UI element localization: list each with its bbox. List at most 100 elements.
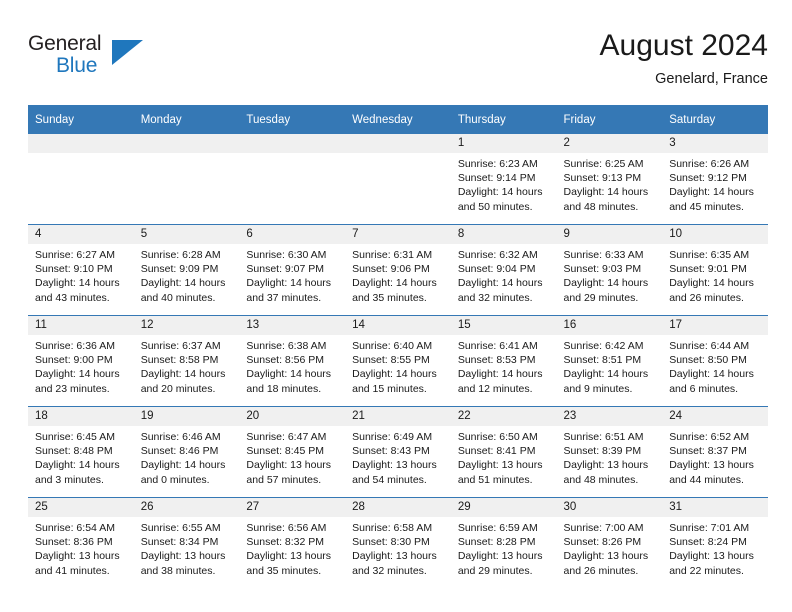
day-detail-daylight-line2: and 26 minutes. — [563, 564, 639, 577]
calendar-day-cell[interactable]: 28 Sunrise: 6:58 AM Sunset: 8:30 PM Dayligh… — [345, 497, 451, 588]
day-detail-daylight-line1: Daylight: 14 hours — [669, 368, 754, 381]
day-detail-sunrise: Sunrise: 6:59 AM — [457, 522, 538, 534]
calendar-day-cell[interactable] — [345, 134, 451, 225]
day-detail-sunrise: Sunrise: 6:37 AM — [140, 340, 221, 352]
day-detail-sunset: Sunset: 9:03 PM — [563, 263, 642, 276]
calendar-day-cell[interactable]: 12 Sunrise: 6:37 AM Sunset: 8:58 PM Dayligh… — [133, 315, 240, 407]
calendar-day-cell[interactable]: 5 Sunrise: 6:28 AM Sunset: 9:09 PM Daylight… — [133, 224, 240, 316]
calendar-day-cell[interactable]: 3 Sunrise: 6:26 AM Sunset: 9:12 PM Daylight… — [662, 134, 768, 225]
day-number: 12 — [133, 316, 240, 335]
calendar-week-row: 25 Sunrise: 6:54 AM Sunset: 8:36 PM Dayligh… — [28, 497, 768, 588]
day-number: 24 — [662, 407, 768, 426]
day-detail-daylight-line2: and 22 minutes. — [669, 564, 744, 577]
day-number: 4 — [28, 225, 134, 244]
day-detail-daylight-line1: Daylight: 14 hours — [35, 277, 120, 290]
calendar-day-cell[interactable]: 29 Sunrise: 6:59 AM Sunset: 8:28 PM Dayligh… — [450, 497, 557, 588]
day-cell-content — [345, 134, 451, 224]
calendar-day-cell[interactable]: 7 Sunrise: 6:31 AM Sunset: 9:06 PM Daylight… — [345, 224, 451, 316]
day-cell-content: 30 Sunrise: 7:00 AM Sunset: 8:26 PM Dayligh… — [556, 498, 663, 588]
day-detail-daylight-line2: and 35 minutes. — [352, 291, 427, 304]
calendar-day-cell[interactable]: 13 Sunrise: 6:38 AM Sunset: 8:56 PM Dayligh… — [239, 315, 346, 407]
day-detail-daylight-line1: Daylight: 13 hours — [246, 459, 332, 472]
calendar-day-cell[interactable]: 18 Sunrise: 6:45 AM Sunset: 8:48 PM Dayligh… — [28, 406, 134, 498]
day-number: 19 — [133, 407, 240, 426]
calendar-day-cell[interactable]: 21 Sunrise: 6:49 AM Sunset: 8:43 PM Dayligh… — [345, 406, 451, 498]
day-cell-content: 15 Sunrise: 6:41 AM Sunset: 8:53 PM Dayligh… — [450, 316, 557, 406]
day-detail-daylight-line2: and 44 minutes. — [669, 473, 744, 486]
day-cell-content: 22 Sunrise: 6:50 AM Sunset: 8:41 PM Dayligh… — [450, 407, 557, 497]
day-details: Sunrise: 6:25 AM Sunset: 9:13 PM Daylight:… — [557, 153, 663, 214]
day-detail-daylight-line2: and 51 minutes. — [457, 473, 533, 486]
day-detail-daylight-line2: and 29 minutes. — [563, 291, 639, 304]
day-number: 2 — [556, 134, 663, 153]
day-detail-sunrise: Sunrise: 7:01 AM — [669, 522, 750, 534]
day-cell-content — [28, 134, 134, 224]
calendar-day-cell[interactable]: 30 Sunrise: 7:00 AM Sunset: 8:26 PM Dayligh… — [556, 497, 663, 588]
day-detail-sunrise: Sunrise: 6:35 AM — [669, 249, 750, 261]
calendar-day-cell[interactable]: 26 Sunrise: 6:55 AM Sunset: 8:34 PM Dayligh… — [133, 497, 240, 588]
calendar-day-cell[interactable]: 17 Sunrise: 6:44 AM Sunset: 8:50 PM Dayligh… — [662, 315, 768, 407]
day-number: 30 — [556, 498, 663, 517]
day-details: Sunrise: 6:31 AM Sunset: 9:06 PM Daylight:… — [345, 244, 451, 305]
day-detail-daylight-line1: Daylight: 14 hours — [246, 277, 332, 290]
day-detail-sunrise: Sunrise: 6:31 AM — [352, 249, 433, 261]
day-detail-sunrise: Sunrise: 6:46 AM — [140, 431, 221, 443]
calendar-day-cell[interactable]: 6 Sunrise: 6:30 AM Sunset: 9:07 PM Daylight… — [239, 224, 346, 316]
calendar-day-cell[interactable]: 1 Sunrise: 6:23 AM Sunset: 9:14 PM Daylight… — [450, 134, 557, 225]
day-detail-sunrise: Sunrise: 6:30 AM — [246, 249, 327, 261]
day-details: Sunrise: 6:49 AM Sunset: 8:43 PM Daylight:… — [345, 426, 451, 487]
day-number: 10 — [662, 225, 768, 244]
calendar-day-cell[interactable]: 15 Sunrise: 6:41 AM Sunset: 8:53 PM Dayligh… — [450, 315, 557, 407]
day-cell-content: 20 Sunrise: 6:47 AM Sunset: 8:45 PM Dayligh… — [239, 407, 346, 497]
calendar-day-cell[interactable]: 24 Sunrise: 6:52 AM Sunset: 8:37 PM Dayligh… — [662, 406, 768, 498]
calendar-day-cell[interactable]: 11 Sunrise: 6:36 AM Sunset: 9:00 PM Dayligh… — [28, 315, 134, 407]
day-number: 31 — [662, 498, 768, 517]
calendar-day-cell[interactable]: 19 Sunrise: 6:46 AM Sunset: 8:46 PM Dayligh… — [133, 406, 240, 498]
calendar-day-cell[interactable]: 23 Sunrise: 6:51 AM Sunset: 8:39 PM Dayligh… — [556, 406, 663, 498]
day-number: 20 — [239, 407, 346, 426]
day-detail-sunrise: Sunrise: 6:47 AM — [246, 431, 327, 443]
day-detail-sunrise: Sunrise: 6:40 AM — [352, 340, 433, 352]
day-details: Sunrise: 6:30 AM Sunset: 9:07 PM Daylight:… — [239, 244, 345, 305]
calendar-table: Sunday Monday Tuesday Wednesday Thursday Frid… — [28, 105, 768, 588]
calendar-day-cell[interactable]: 4 Sunrise: 6:27 AM Sunset: 9:10 PM Daylight… — [28, 224, 134, 316]
day-detail-daylight-line1: Daylight: 13 hours — [457, 550, 543, 563]
day-detail-daylight-line1: Daylight: 14 hours — [246, 368, 332, 381]
day-number: 11 — [28, 316, 134, 335]
day-detail-daylight-line2: and 3 minutes. — [35, 473, 104, 486]
day-number: 8 — [450, 225, 557, 244]
calendar-body: 1 Sunrise: 6:23 AM Sunset: 9:14 PM Daylight… — [28, 134, 768, 588]
calendar-day-cell[interactable] — [239, 134, 346, 225]
calendar-day-cell[interactable] — [28, 134, 134, 225]
day-cell-content: 23 Sunrise: 6:51 AM Sunset: 8:39 PM Dayligh… — [556, 407, 663, 497]
day-details: Sunrise: 6:37 AM Sunset: 8:58 PM Daylight:… — [134, 335, 240, 396]
calendar-day-cell[interactable]: 10 Sunrise: 6:35 AM Sunset: 9:01 PM Dayligh… — [662, 224, 768, 316]
day-number: 5 — [133, 225, 240, 244]
day-detail-daylight-line1: Daylight: 13 hours — [669, 550, 754, 563]
calendar-day-cell[interactable]: 25 Sunrise: 6:54 AM Sunset: 8:36 PM Dayligh… — [28, 497, 134, 588]
day-cell-content: 17 Sunrise: 6:44 AM Sunset: 8:50 PM Dayligh… — [662, 316, 768, 406]
day-detail-sunset: Sunset: 9:12 PM — [669, 172, 747, 185]
day-number: 23 — [556, 407, 663, 426]
calendar-day-cell[interactable]: 31 Sunrise: 7:01 AM Sunset: 8:24 PM Dayligh… — [662, 497, 768, 588]
day-detail-daylight-line1: Daylight: 13 hours — [563, 459, 649, 472]
calendar-day-cell[interactable]: 14 Sunrise: 6:40 AM Sunset: 8:55 PM Dayligh… — [345, 315, 451, 407]
calendar-day-cell[interactable]: 27 Sunrise: 6:56 AM Sunset: 8:32 PM Dayligh… — [239, 497, 346, 588]
calendar-day-cell[interactable]: 2 Sunrise: 6:25 AM Sunset: 9:13 PM Daylight… — [556, 134, 663, 225]
day-cell-content: 19 Sunrise: 6:46 AM Sunset: 8:46 PM Dayligh… — [133, 407, 240, 497]
calendar-grid: Sunday Monday Tuesday Wednesday Thursday Frid… — [28, 105, 768, 588]
day-detail-sunrise: Sunrise: 6:23 AM — [457, 158, 538, 170]
day-detail-daylight-line2: and 32 minutes. — [457, 291, 533, 304]
day-detail-daylight-line2: and 9 minutes. — [563, 382, 633, 395]
calendar-day-cell[interactable] — [133, 134, 240, 225]
day-detail-daylight-line1: Daylight: 14 hours — [352, 368, 437, 381]
page-header: General Blue August 2024 Genelard, Franc… — [28, 28, 768, 100]
calendar-day-cell[interactable]: 22 Sunrise: 6:50 AM Sunset: 8:41 PM Dayligh… — [450, 406, 557, 498]
calendar-day-cell[interactable]: 8 Sunrise: 6:32 AM Sunset: 9:04 PM Daylight… — [450, 224, 557, 316]
calendar-day-cell[interactable]: 16 Sunrise: 6:42 AM Sunset: 8:51 PM Dayligh… — [556, 315, 663, 407]
calendar-day-cell[interactable]: 9 Sunrise: 6:33 AM Sunset: 9:03 PM Daylight… — [556, 224, 663, 316]
calendar-day-cell[interactable]: 20 Sunrise: 6:47 AM Sunset: 8:45 PM Dayligh… — [239, 406, 346, 498]
day-number: 7 — [345, 225, 451, 244]
general-blue-logo[interactable]: General Blue — [28, 32, 148, 88]
calendar-header-row: Sunday Monday Tuesday Wednesday Thursday Frid… — [28, 105, 768, 134]
